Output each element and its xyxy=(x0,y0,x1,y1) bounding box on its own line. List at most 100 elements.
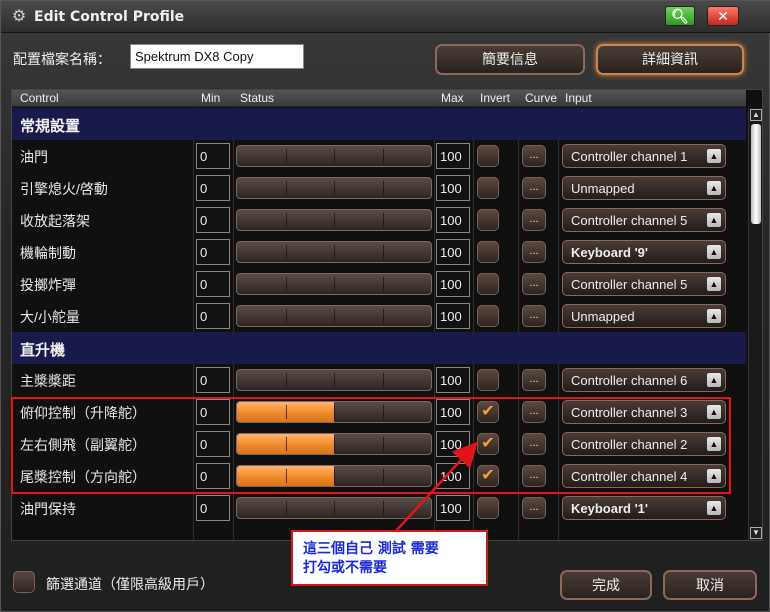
dropdown-arrow-icon[interactable]: ▲ xyxy=(707,245,721,259)
col-status[interactable]: Status xyxy=(240,91,274,105)
input-select-value: Controller channel 5 xyxy=(571,213,688,228)
curve-button[interactable]: ... xyxy=(522,497,546,519)
min-input[interactable]: 0 xyxy=(196,303,230,329)
profile-name-input[interactable]: Spektrum DX8 Copy xyxy=(130,44,304,69)
invert-checkbox[interactable] xyxy=(477,497,499,519)
control-row: 投擲炸彈 0 100... Controller channel 5 ▲ xyxy=(12,268,746,300)
done-button[interactable]: 完成 xyxy=(560,570,652,600)
curve-button[interactable]: ... xyxy=(522,145,546,167)
status-bar xyxy=(236,209,432,231)
min-input[interactable]: 0 xyxy=(196,271,230,297)
max-input[interactable]: 100 xyxy=(436,175,470,201)
col-input[interactable]: Input xyxy=(565,91,592,105)
section-label: 直升機 xyxy=(20,342,66,359)
section-row: 常規設置 xyxy=(12,108,746,140)
input-select[interactable]: Keyboard '9' ▲ xyxy=(562,240,726,264)
control-name: 機輪制動 xyxy=(20,245,76,261)
close-button[interactable]: ✕ xyxy=(707,6,739,26)
min-input[interactable]: 0 xyxy=(196,367,230,393)
search-icon: 🔍︎ xyxy=(671,8,689,24)
col-max[interactable]: Max xyxy=(441,91,464,105)
scroll-thumb[interactable] xyxy=(751,124,761,224)
gear-icon: ⚙ xyxy=(11,8,27,25)
input-select[interactable]: Unmapped ▲ xyxy=(562,304,726,328)
annotation-note: 這三個自己 測試 需要 打勾或不需要 xyxy=(291,530,488,586)
col-curve[interactable]: Curve xyxy=(525,91,557,105)
control-row: 大/小舵量 0 100... Unmapped ▲ xyxy=(12,300,746,332)
annotation-line-2: 打勾或不需要 xyxy=(303,560,387,576)
max-input[interactable]: 100 xyxy=(436,303,470,329)
vertical-scrollbar[interactable]: ▲ ▼ xyxy=(748,108,762,540)
detail-info-button[interactable]: 詳細資訊 xyxy=(596,44,744,75)
invert-checkbox[interactable] xyxy=(477,369,499,391)
min-input[interactable]: 0 xyxy=(196,207,230,233)
scroll-down-icon[interactable]: ▼ xyxy=(750,527,762,539)
max-input[interactable]: 100 xyxy=(436,207,470,233)
curve-button[interactable]: ... xyxy=(522,273,546,295)
status-bar xyxy=(236,177,432,199)
dropdown-arrow-icon[interactable]: ▲ xyxy=(707,373,721,387)
max-input[interactable]: 100 xyxy=(436,367,470,393)
min-input[interactable]: 0 xyxy=(196,143,230,169)
input-select-value: Keyboard '1' xyxy=(571,501,648,516)
control-name: 油門 xyxy=(20,149,48,165)
grid-header: Control Min Status Max Invert Curve Inpu… xyxy=(12,90,746,107)
invert-checkbox[interactable] xyxy=(477,241,499,263)
max-input[interactable]: 100 xyxy=(436,271,470,297)
invert-checkbox[interactable] xyxy=(477,305,499,327)
control-row: 機輪制動 0 100... Keyboard '9' ▲ xyxy=(12,236,746,268)
input-select[interactable]: Keyboard '1' ▲ xyxy=(562,496,726,520)
section-label: 常規設置 xyxy=(20,118,81,135)
titlebar: ⚙ Edit Control Profile 🔍︎ ✕ xyxy=(1,1,770,33)
curve-button[interactable]: ... xyxy=(522,177,546,199)
invert-checkbox[interactable] xyxy=(477,145,499,167)
input-select[interactable]: Controller channel 1 ▲ xyxy=(562,144,726,168)
dropdown-arrow-icon[interactable]: ▲ xyxy=(707,181,721,195)
annotation-highlight-box xyxy=(11,397,731,494)
dropdown-arrow-icon[interactable]: ▲ xyxy=(707,309,721,323)
max-input[interactable]: 100 xyxy=(436,143,470,169)
max-input[interactable]: 100 xyxy=(436,495,470,521)
col-control[interactable]: Control xyxy=(20,91,59,105)
status-bar xyxy=(236,273,432,295)
input-select-value: Controller channel 1 xyxy=(571,149,688,164)
curve-button[interactable]: ... xyxy=(522,241,546,263)
min-input[interactable]: 0 xyxy=(196,175,230,201)
control-row: 油門保持 0 100... Keyboard '1' ▲ xyxy=(12,492,746,524)
cancel-button[interactable]: 取消 xyxy=(663,570,757,600)
status-bar xyxy=(236,305,432,327)
curve-button[interactable]: ... xyxy=(522,305,546,327)
search-button[interactable]: 🔍︎ xyxy=(665,6,695,26)
scroll-up-icon[interactable]: ▲ xyxy=(750,109,762,121)
control-row: 收放起落架 0 100... Controller channel 5 ▲ xyxy=(12,204,746,236)
curve-button[interactable]: ... xyxy=(522,209,546,231)
dropdown-arrow-icon[interactable]: ▲ xyxy=(707,149,721,163)
col-min[interactable]: Min xyxy=(201,91,220,105)
status-bar xyxy=(236,241,432,263)
dropdown-arrow-icon[interactable]: ▲ xyxy=(707,501,721,515)
invert-checkbox[interactable] xyxy=(477,177,499,199)
curve-button[interactable]: ... xyxy=(522,369,546,391)
input-select[interactable]: Controller channel 5 ▲ xyxy=(562,272,726,296)
min-input[interactable]: 0 xyxy=(196,239,230,265)
input-select-value: Unmapped xyxy=(571,309,635,324)
control-name: 油門保持 xyxy=(20,501,76,517)
min-input[interactable]: 0 xyxy=(196,495,230,521)
control-name: 收放起落架 xyxy=(20,213,90,229)
col-invert[interactable]: Invert xyxy=(480,91,510,105)
control-name: 投擲炸彈 xyxy=(20,277,76,293)
section-row: 直升機 xyxy=(12,332,746,364)
input-select-value: Unmapped xyxy=(571,181,635,196)
invert-checkbox[interactable] xyxy=(477,273,499,295)
filter-channels-label: 篩選通道（僅限高級用戶） xyxy=(46,576,214,592)
invert-checkbox[interactable] xyxy=(477,209,499,231)
status-bar xyxy=(236,497,432,519)
simple-info-button[interactable]: 簡要信息 xyxy=(435,44,585,75)
input-select[interactable]: Controller channel 6 ▲ xyxy=(562,368,726,392)
max-input[interactable]: 100 xyxy=(436,239,470,265)
input-select[interactable]: Unmapped ▲ xyxy=(562,176,726,200)
dropdown-arrow-icon[interactable]: ▲ xyxy=(707,213,721,227)
dropdown-arrow-icon[interactable]: ▲ xyxy=(707,277,721,291)
input-select[interactable]: Controller channel 5 ▲ xyxy=(562,208,726,232)
filter-channels-checkbox[interactable] xyxy=(13,571,35,593)
